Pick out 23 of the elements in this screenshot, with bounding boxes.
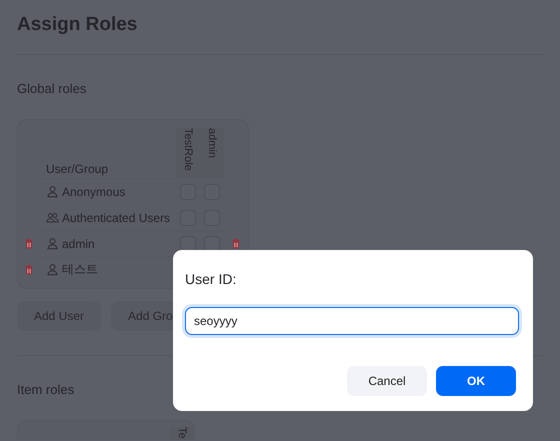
user-id-field[interactable]: seoyyyy xyxy=(185,307,519,335)
user-name: Authenticated Users xyxy=(62,210,170,224)
section-heading: Item roles xyxy=(17,382,76,398)
user-name: Anonymous xyxy=(62,184,126,198)
section-heading: Global roles xyxy=(17,81,88,97)
user-icon xyxy=(46,237,59,250)
page-title: Assign Roles xyxy=(17,13,138,36)
user-icon xyxy=(46,185,59,198)
delete-button[interactable] xyxy=(23,236,35,250)
trash-icon xyxy=(23,262,35,276)
checkbox[interactable] xyxy=(204,236,220,252)
user-icon xyxy=(46,263,59,276)
trash-icon xyxy=(23,236,35,250)
user-name: 테스트 xyxy=(62,261,98,278)
checkbox[interactable] xyxy=(180,236,196,252)
field-label: User ID: xyxy=(185,270,238,288)
column-header: User/Group xyxy=(46,162,108,176)
group-icon xyxy=(46,211,59,224)
cancel-button[interactable]: Cancel xyxy=(347,366,427,396)
user-name: admin xyxy=(62,236,95,250)
delete-button[interactable] xyxy=(23,262,35,276)
delete-button[interactable] xyxy=(230,236,242,250)
ok-button[interactable]: OK xyxy=(436,366,516,396)
